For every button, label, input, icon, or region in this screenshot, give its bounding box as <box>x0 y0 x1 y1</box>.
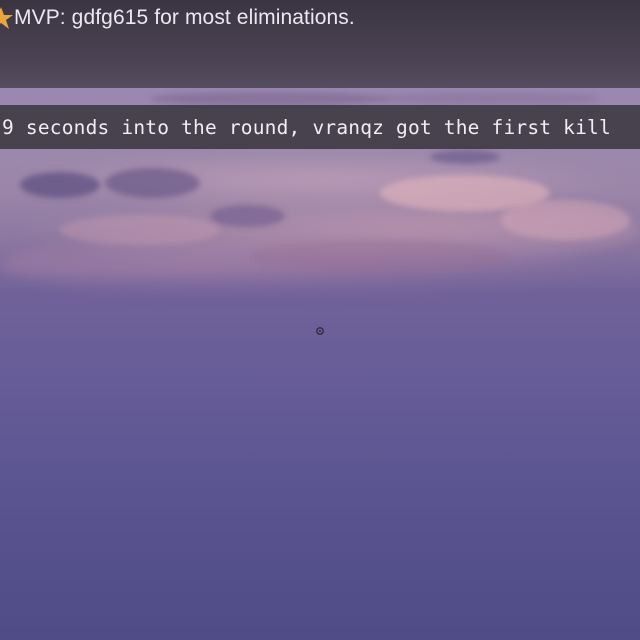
cloud <box>60 215 220 245</box>
cloud <box>250 240 510 274</box>
star-icon <box>0 4 14 32</box>
kill-feed-message: 9 seconds into the round, vranqz got the… <box>2 115 611 139</box>
kill-feed-strip: 9 seconds into the round, vranqz got the… <box>0 105 640 149</box>
cloud <box>20 172 100 198</box>
cloud <box>210 205 285 227</box>
cloud <box>430 150 500 164</box>
crosshair-icon <box>315 321 325 335</box>
cloud <box>380 92 600 106</box>
cloud <box>500 200 630 240</box>
mvp-banner: MVP: gdfg615 for most eliminations. <box>0 0 640 88</box>
mvp-row: MVP: gdfg615 for most eliminations. <box>0 4 355 32</box>
cloud <box>150 92 390 106</box>
cloud <box>105 168 200 198</box>
mvp-message: MVP: gdfg615 for most eliminations. <box>14 6 355 29</box>
horizon-haze <box>0 270 640 310</box>
game-scene <box>0 0 640 640</box>
